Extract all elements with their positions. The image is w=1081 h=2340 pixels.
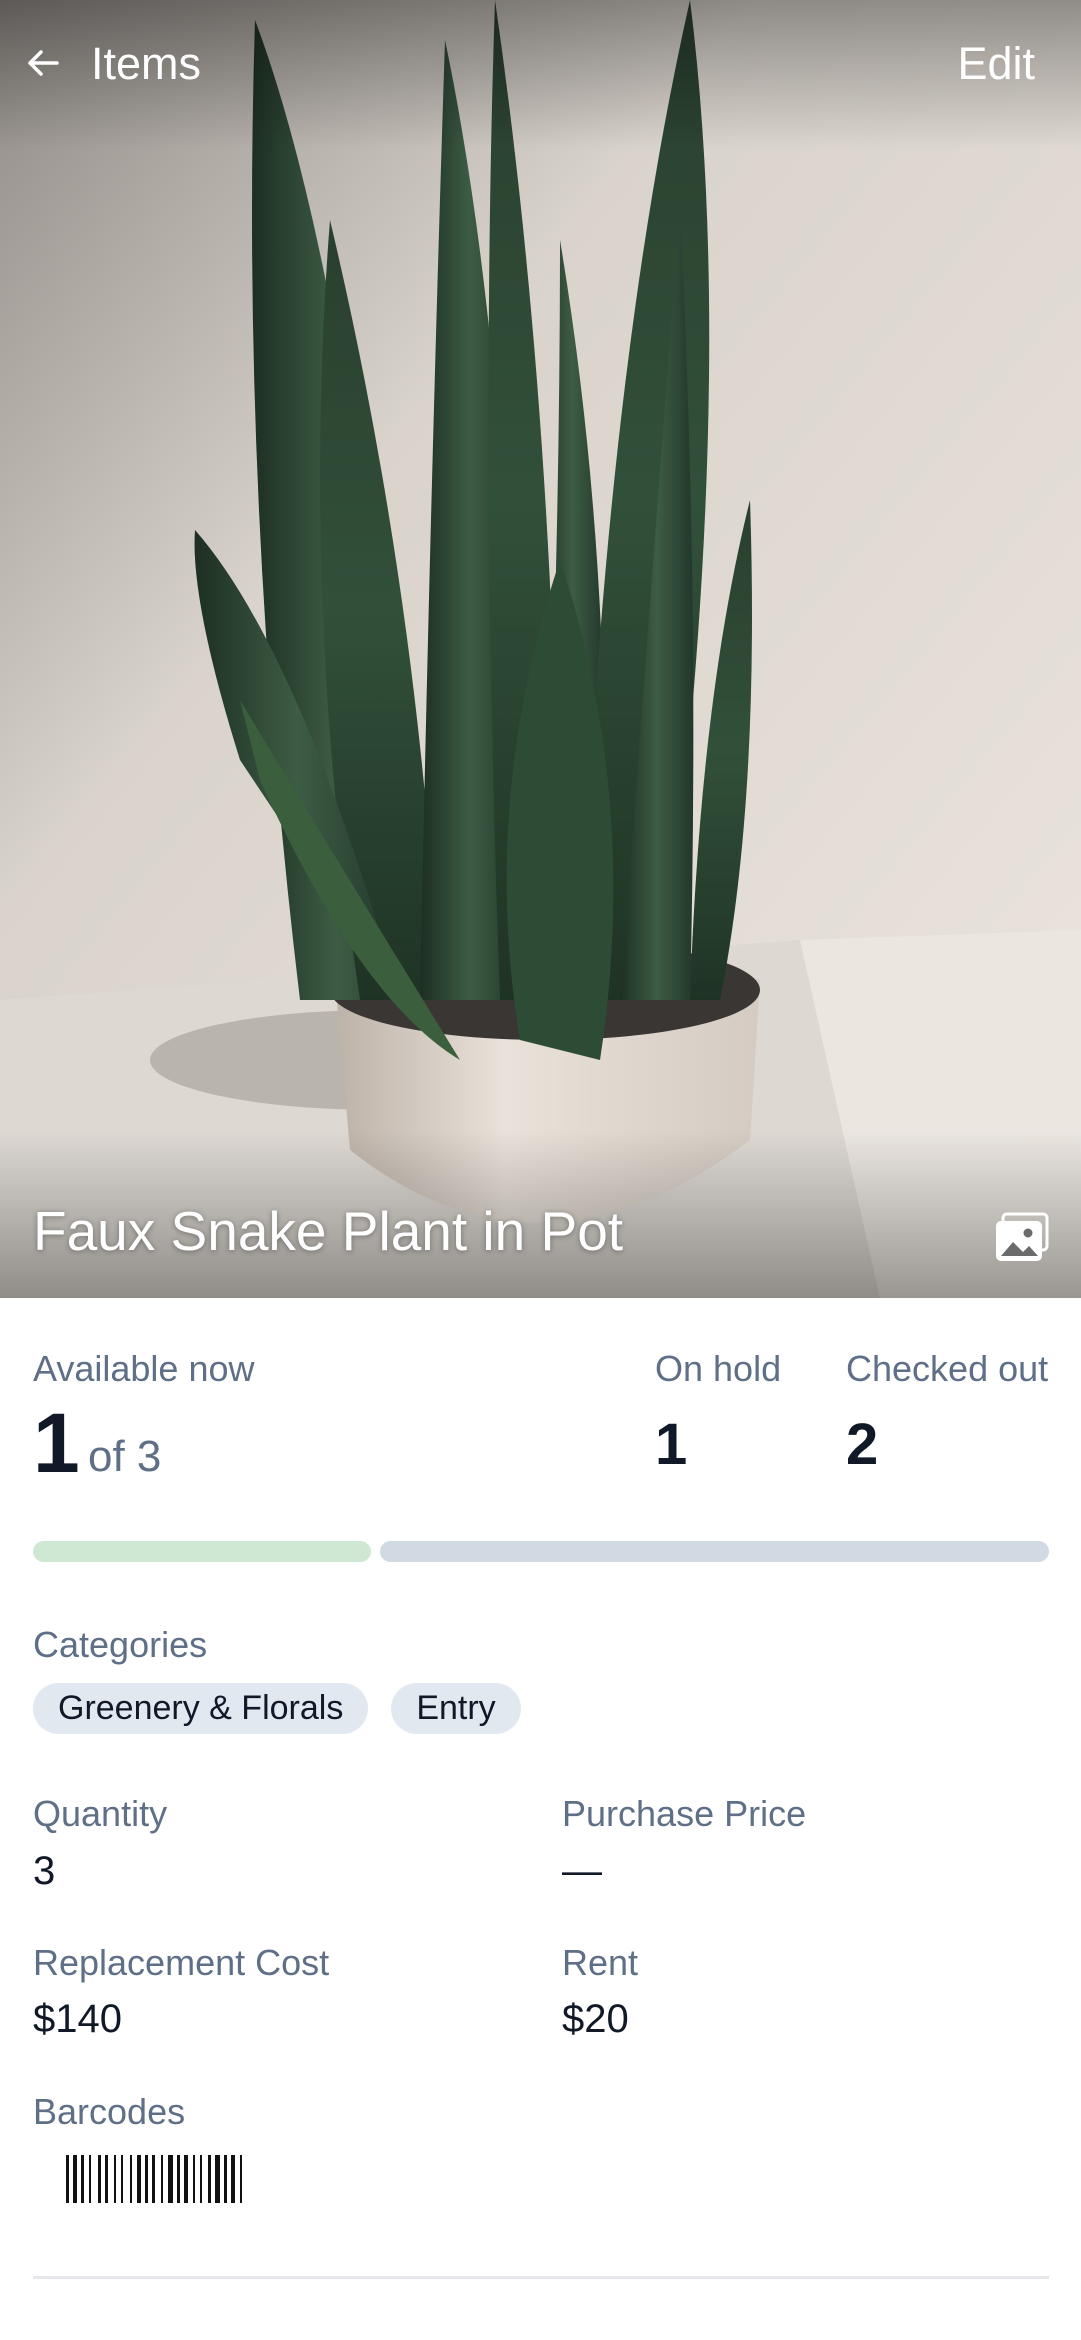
nav-title: Items (91, 38, 202, 89)
checked-out-label: Checked out (846, 1348, 1049, 1389)
item-photo[interactable]: Items Edit Faux Snake Plant in Pot (0, 0, 1081, 1298)
item-photo-image (0, 0, 1081, 1298)
quantity-label: Quantity (33, 1793, 168, 1834)
category-chips: Greenery & Florals Entry (33, 1683, 521, 1734)
back-button[interactable] (18, 30, 68, 96)
available-segment (33, 1541, 371, 1562)
replacement-cost-label: Replacement Cost (33, 1942, 330, 1983)
total-count: of 3 (88, 1432, 162, 1481)
barcode-image[interactable] (64, 2153, 414, 2205)
top-nav-bar: Items Edit (0, 0, 1081, 130)
on-hold-count: 1 (655, 1412, 688, 1477)
barcodes-label: Barcodes (33, 2091, 186, 2132)
categories-label: Categories (33, 1624, 208, 1665)
item-name: Faux Snake Plant in Pot (33, 1200, 624, 1262)
on-hold-label: On hold (655, 1348, 782, 1389)
unavailable-segment (380, 1541, 1049, 1562)
arrow-left-icon (28, 50, 59, 76)
replacement-cost-value: $140 (33, 1997, 122, 2041)
available-now-label: Available now (33, 1348, 255, 1389)
rent-label: Rent (562, 1942, 639, 1983)
quantity-value: 3 (33, 1849, 56, 1893)
category-chip[interactable]: Entry (391, 1683, 521, 1734)
availability-progress-bar (33, 1541, 1049, 1562)
edit-button[interactable]: Edit (957, 36, 1035, 92)
checked-out-count: 2 (846, 1412, 879, 1477)
purchase-price-value: — (562, 1849, 602, 1893)
image-gallery-icon (996, 1212, 1049, 1261)
purchase-price-label: Purchase Price (562, 1793, 807, 1834)
available-count: 1 (33, 1396, 80, 1490)
category-chip[interactable]: Greenery & Florals (33, 1683, 369, 1734)
gallery-button[interactable] (994, 1212, 1050, 1264)
divider (33, 2276, 1049, 2279)
rent-value: $20 (562, 1997, 629, 2041)
